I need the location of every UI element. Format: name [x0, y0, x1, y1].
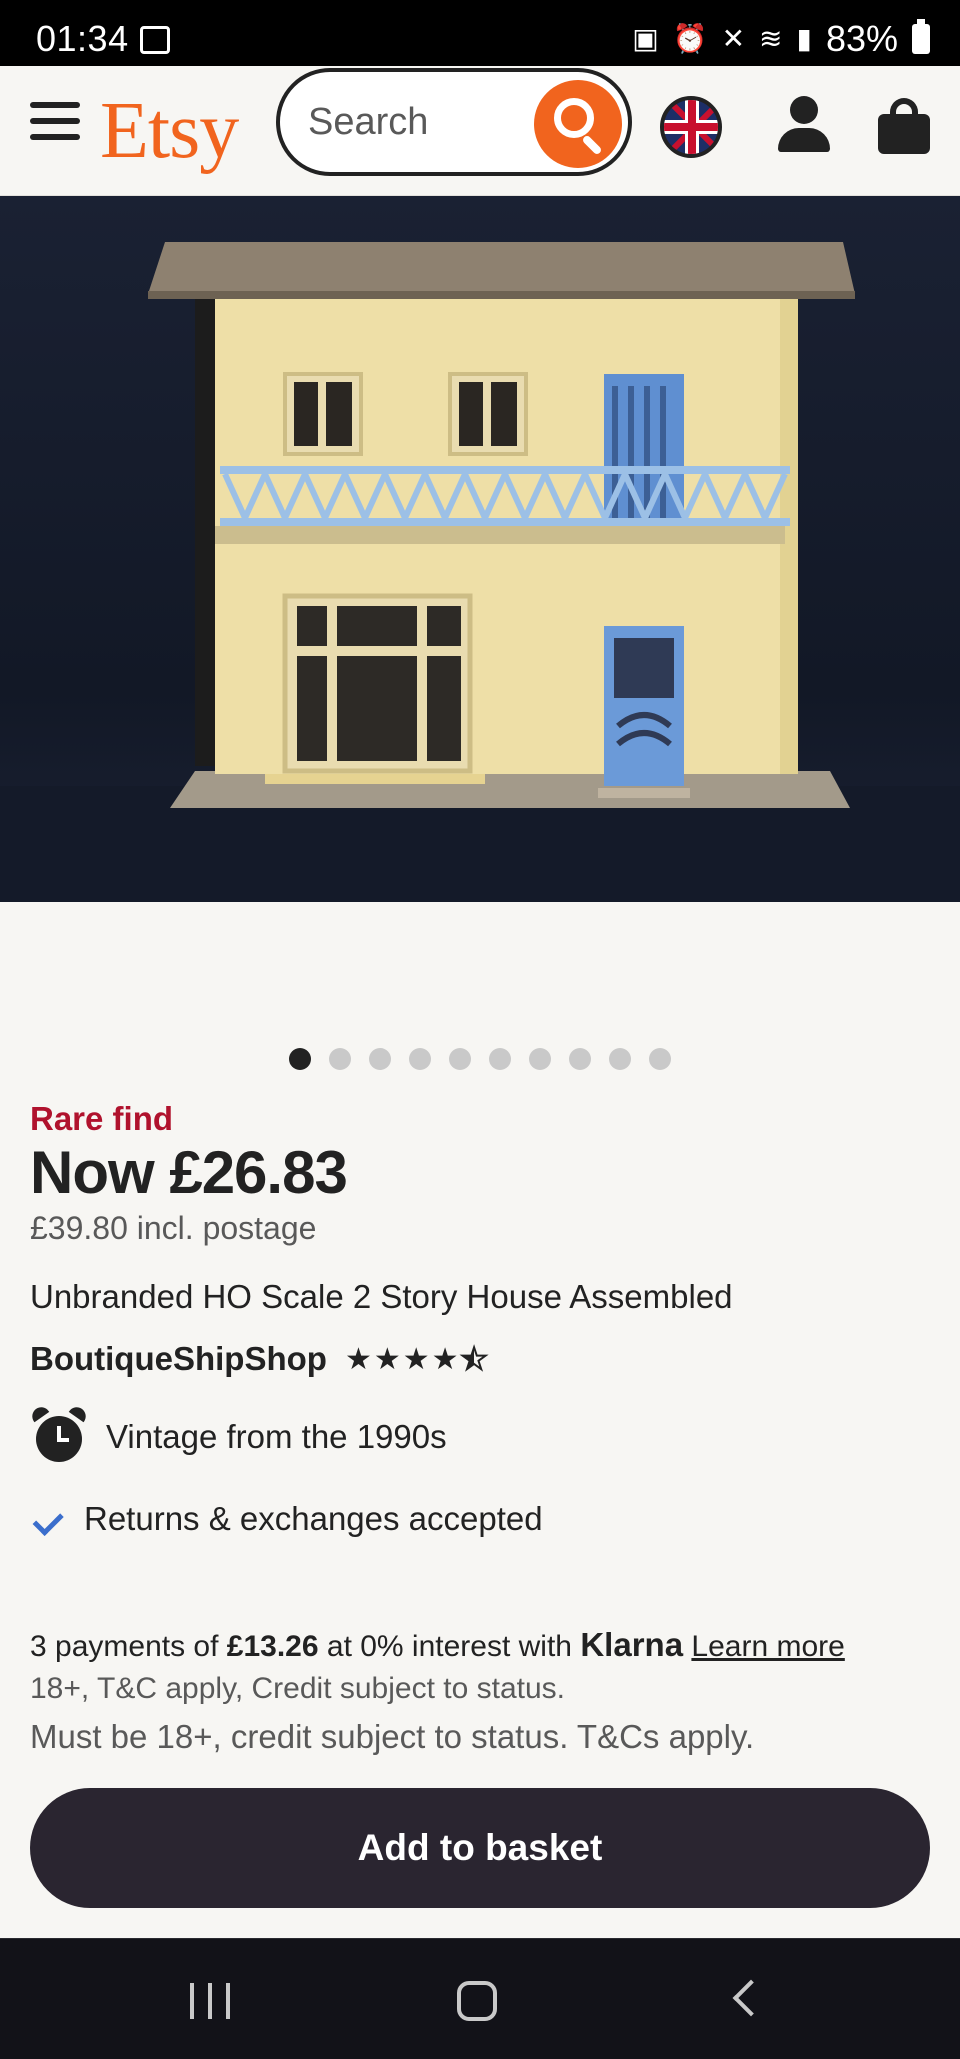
carousel-dot[interactable] — [489, 1048, 511, 1070]
recents-icon[interactable] — [190, 1983, 230, 2019]
search-button[interactable] — [534, 80, 622, 168]
shop-name-link[interactable]: BoutiqueShipShop — [30, 1340, 327, 1378]
klarna-terms: 18+, T&C apply, Credit subject to status… — [30, 1672, 565, 1705]
status-time: 01:34 — [36, 18, 129, 59]
battery-percentage: 83% — [825, 18, 898, 59]
klarna-brand: Klarna — [580, 1626, 684, 1663]
carousel-dot[interactable] — [529, 1048, 551, 1070]
home-icon[interactable] — [457, 1981, 497, 2021]
app-header: Etsy — [0, 66, 960, 196]
uk-flag-icon[interactable] — [660, 96, 722, 158]
add-to-basket-button[interactable]: Add to basket — [30, 1788, 930, 1908]
house-photo — [0, 242, 960, 902]
half-star-icon: ★★ — [460, 1342, 489, 1377]
battery-saver-icon: ▣ — [632, 23, 659, 54]
wifi-icon: ≋ — [759, 23, 783, 54]
postage-price: £39.80 incl. postage — [30, 1210, 317, 1246]
carousel-dot[interactable] — [609, 1048, 631, 1070]
carousel-dot[interactable] — [329, 1048, 351, 1070]
carousel-dot[interactable] — [289, 1048, 311, 1070]
basket-icon[interactable] — [876, 96, 932, 154]
klarna-middle: at 0% interest with — [318, 1630, 581, 1663]
mute-icon: ✕ — [721, 23, 746, 54]
star-icon: ★ — [373, 1342, 401, 1376]
returns-text: Returns & exchanges accepted — [84, 1500, 543, 1537]
status-indicators: ▣ ⏰ ✕ ≋ ▮ 83% — [632, 18, 930, 60]
klarna-offer: 3 payments of £13.26 at 0% interest with… — [30, 1626, 845, 1664]
alarm-status-icon: ⏰ — [672, 23, 708, 54]
battery-icon — [912, 19, 930, 54]
credit-notice: Must be 18+, credit subject to status. T… — [30, 1718, 755, 1755]
star-icon: ★ — [344, 1342, 372, 1376]
vintage-feature: Vintage from the 1990s — [28, 1403, 447, 1466]
system-nav-bar — [0, 1938, 960, 2059]
learn-more-link[interactable]: Learn more — [691, 1630, 844, 1663]
check-icon — [30, 1505, 64, 1533]
star-icon: ★ — [402, 1342, 430, 1376]
vintage-text: Vintage from the 1990s — [106, 1418, 447, 1455]
alarm-clock-icon — [28, 1403, 90, 1466]
account-icon[interactable] — [776, 96, 832, 154]
search-icon — [554, 98, 594, 138]
product-price: Now £26.83 — [30, 1139, 348, 1206]
carousel-dot[interactable] — [449, 1048, 471, 1070]
klarna-prefix: 3 payments of — [30, 1630, 227, 1663]
menu-icon[interactable] — [30, 102, 80, 146]
returns-feature: Returns & exchanges accepted — [30, 1500, 543, 1538]
product-image[interactable] — [0, 196, 960, 902]
etsy-logo[interactable]: Etsy — [100, 86, 239, 177]
klarna-amount: £13.26 — [226, 1630, 319, 1663]
carousel-dot[interactable] — [369, 1048, 391, 1070]
product-title: Unbranded HO Scale 2 Story House Assembl… — [30, 1278, 733, 1315]
rare-find-badge: Rare find — [30, 1100, 174, 1137]
search-bar[interactable] — [276, 68, 632, 176]
status-bar: 01:34 ▣ ⏰ ✕ ≋ ▮ 83% — [0, 0, 960, 66]
carousel-dot[interactable] — [569, 1048, 591, 1070]
shop-row[interactable]: BoutiqueShipShop ★ ★ ★ ★ ★★ — [30, 1340, 489, 1378]
search-input[interactable] — [308, 100, 508, 144]
signal-icon: ▮ — [796, 23, 812, 54]
star-icon: ★ — [431, 1342, 459, 1376]
back-icon[interactable] — [732, 1979, 770, 2017]
rating-stars: ★ ★ ★ ★ ★★ — [344, 1342, 489, 1377]
carousel-dot[interactable] — [409, 1048, 431, 1070]
gallery-notification-icon — [140, 26, 170, 54]
carousel-dots[interactable] — [0, 1048, 960, 1070]
carousel-dot[interactable] — [649, 1048, 671, 1070]
